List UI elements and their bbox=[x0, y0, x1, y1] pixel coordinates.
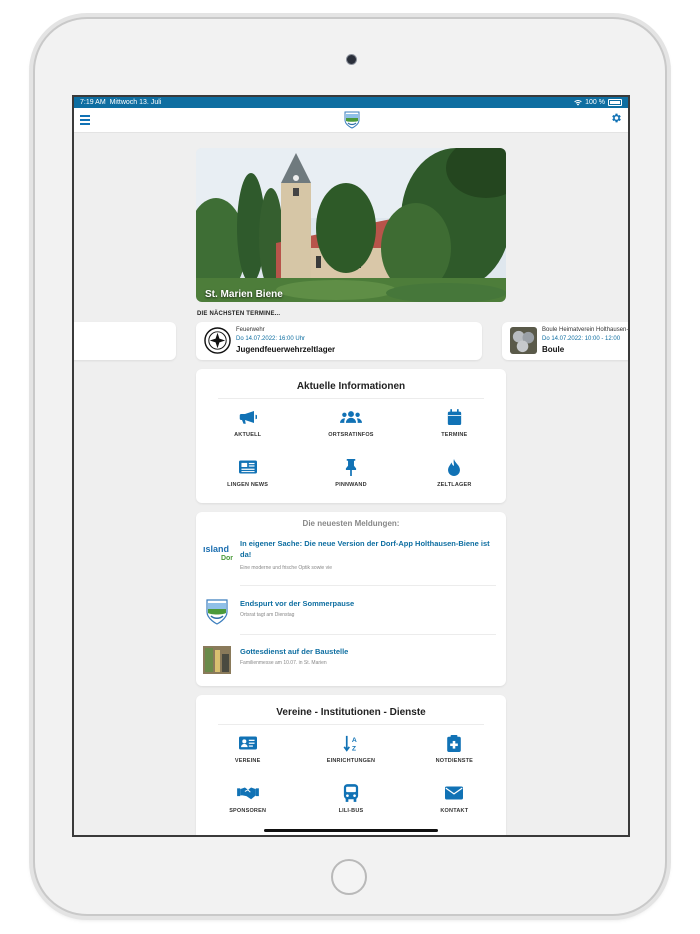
front-camera bbox=[346, 54, 357, 65]
news-item[interactable]: Gottesdienst auf der Baustelle Familienm… bbox=[196, 642, 506, 682]
news-divider bbox=[240, 634, 496, 635]
tile-zeltlager[interactable]: ZELTLAGER bbox=[403, 457, 506, 507]
news-item[interactable]: Endspurt vor der Sommerpause Ortsrat tag… bbox=[196, 594, 506, 634]
people-icon bbox=[339, 411, 362, 423]
news-title: In eigener Sache: Die neue Version der D… bbox=[240, 539, 490, 559]
tile-lili-bus[interactable]: LILI-BUS bbox=[299, 783, 402, 833]
vereine-section-title: Vereine - Institutionen - Dienste bbox=[276, 707, 426, 718]
event-title: Boule bbox=[542, 345, 565, 354]
fire-brigade-emblem bbox=[204, 327, 231, 354]
info-section-card: Aktuelle Informationen AKTUELL ORTSRATIN… bbox=[196, 369, 506, 503]
event-card[interactable]: Feuerwehr Do 14.07.2022: 16:00 Uhr Jugen… bbox=[196, 322, 482, 360]
tile-label: ZELTLAGER bbox=[437, 482, 472, 488]
event-card-previous[interactable] bbox=[74, 322, 176, 360]
tile-label: KONTAKT bbox=[440, 808, 469, 814]
flame-icon bbox=[448, 458, 461, 476]
tile-lingen-news[interactable]: LINGEN NEWS bbox=[196, 457, 299, 507]
event-title: Jugendfeuerwehrzeltlager bbox=[236, 345, 336, 354]
info-section-title: Aktuelle Informationen bbox=[296, 381, 406, 392]
tile-termine[interactable]: TERMINE bbox=[403, 407, 506, 457]
tile-notdienste[interactable]: NOTDIENSTE bbox=[403, 733, 506, 783]
calendar-icon bbox=[447, 408, 461, 425]
id-card-icon bbox=[238, 736, 257, 750]
wifi-icon bbox=[574, 99, 582, 106]
village-crest-logo[interactable] bbox=[344, 111, 360, 129]
event-card[interactable]: Boule Heimatverein Holthausen- Do 14.07.… bbox=[502, 322, 629, 360]
news-divider bbox=[240, 585, 496, 586]
pushpin-icon bbox=[345, 458, 357, 476]
battery-icon bbox=[608, 99, 622, 106]
tile-sponsoren[interactable]: SPONSOREN bbox=[196, 783, 299, 833]
bus-icon bbox=[343, 784, 359, 802]
app-screen: 7:19 AM Mittwoch 13. Juli 100 % St. Mari… bbox=[72, 95, 630, 837]
tile-label: ORTSRATINFOS bbox=[328, 432, 374, 438]
church-photo bbox=[196, 148, 506, 302]
construction-site-thumbnail bbox=[203, 646, 231, 674]
news-heading: Die neuesten Meldungen: bbox=[302, 519, 400, 528]
status-date: Mittwoch 13. Juli bbox=[109, 99, 162, 106]
tile-label: LILI-BUS bbox=[338, 808, 364, 814]
settings-gear-icon[interactable] bbox=[610, 112, 622, 124]
handshake-icon bbox=[236, 787, 259, 800]
top-navbar bbox=[74, 108, 628, 133]
thumb-text: ısland bbox=[203, 544, 230, 554]
vereine-section-card: Vereine - Institutionen - Dienste VEREIN… bbox=[196, 695, 506, 835]
tile-vereine[interactable]: VEREINE bbox=[196, 733, 299, 783]
hero-caption: St. Marien Biene bbox=[205, 289, 283, 300]
tile-aktuell[interactable]: AKTUELL bbox=[196, 407, 299, 457]
svg-text:Z: Z bbox=[352, 745, 356, 752]
tile-label: TERMINE bbox=[441, 432, 468, 438]
home-indicator[interactable] bbox=[264, 829, 438, 832]
tile-label: PINNWAND bbox=[335, 482, 367, 488]
news-subtitle: Familienmesse am 10.07. in St. Marien bbox=[240, 660, 327, 666]
tile-label: VEREINE bbox=[234, 758, 261, 764]
svg-text:A: A bbox=[352, 736, 357, 743]
event-date: Do 14.07.2022: 10:00 - 12:00 bbox=[542, 336, 621, 342]
vereine-tile-grid: VEREINE AZ EINRICHTUNGEN NOTDIENSTE SPON… bbox=[196, 733, 506, 833]
tile-label: NOTDIENSTE bbox=[435, 758, 474, 764]
hero-church-image[interactable]: St. Marien Biene bbox=[196, 148, 506, 302]
info-tile-grid: AKTUELL ORTSRATINFOS TERMINE LINGEN NEWS… bbox=[196, 407, 506, 507]
medical-clipboard-icon bbox=[447, 734, 462, 752]
sort-alpha-icon: AZ bbox=[343, 735, 357, 752]
event-date: Do 14.07.2022: 16:00 Uhr bbox=[236, 336, 306, 342]
tile-ortsratinfos[interactable]: ORTSRATINFOS bbox=[299, 407, 402, 457]
upcoming-events-label: DIE NÄCHSTEN TERMINE... bbox=[197, 311, 281, 317]
status-time: 7:19 AM bbox=[80, 99, 106, 106]
envelope-icon bbox=[445, 786, 464, 800]
event-category: Boule Heimatverein Holthausen- bbox=[542, 327, 629, 333]
tile-kontakt[interactable]: KONTAKT bbox=[403, 783, 506, 833]
news-subtitle: Ortsrat tagt am Dienstag bbox=[240, 612, 295, 618]
tile-label: SPONSOREN bbox=[229, 808, 267, 814]
news-subtitle: Eine moderne und frische Optik sowie vie bbox=[240, 565, 332, 571]
boule-balls-photo bbox=[510, 327, 537, 354]
tile-label: EINRICHTUNGEN bbox=[326, 758, 376, 764]
home-button[interactable] bbox=[331, 859, 367, 895]
news-title: Gottesdienst auf der Baustelle bbox=[240, 647, 349, 656]
thumb-text-2: Dor bbox=[220, 555, 233, 562]
news-card: Die neuesten Meldungen: ısland Dor In ei… bbox=[196, 512, 506, 686]
newspaper-icon bbox=[238, 460, 257, 474]
title-divider bbox=[218, 398, 484, 399]
megaphone-icon bbox=[239, 411, 257, 424]
battery-percent: 100 % bbox=[585, 99, 605, 106]
event-category: Feuerwehr bbox=[236, 327, 265, 333]
tile-pinnwand[interactable]: PINNWAND bbox=[299, 457, 402, 507]
news-thumbnail: ısland Dor bbox=[203, 544, 233, 572]
village-crest-thumbnail bbox=[206, 599, 228, 625]
menu-icon[interactable] bbox=[80, 115, 90, 127]
title-divider bbox=[218, 724, 484, 725]
news-item[interactable]: ısland Dor In eigener Sache: Die neue Ve… bbox=[196, 538, 506, 584]
news-title: Endspurt vor der Sommerpause bbox=[240, 599, 355, 608]
tile-label: AKTUELL bbox=[234, 432, 262, 438]
tile-einrichtungen[interactable]: AZ EINRICHTUNGEN bbox=[299, 733, 402, 783]
status-bar: 7:19 AM Mittwoch 13. Juli 100 % bbox=[74, 97, 628, 108]
tile-label: LINGEN NEWS bbox=[227, 482, 269, 488]
